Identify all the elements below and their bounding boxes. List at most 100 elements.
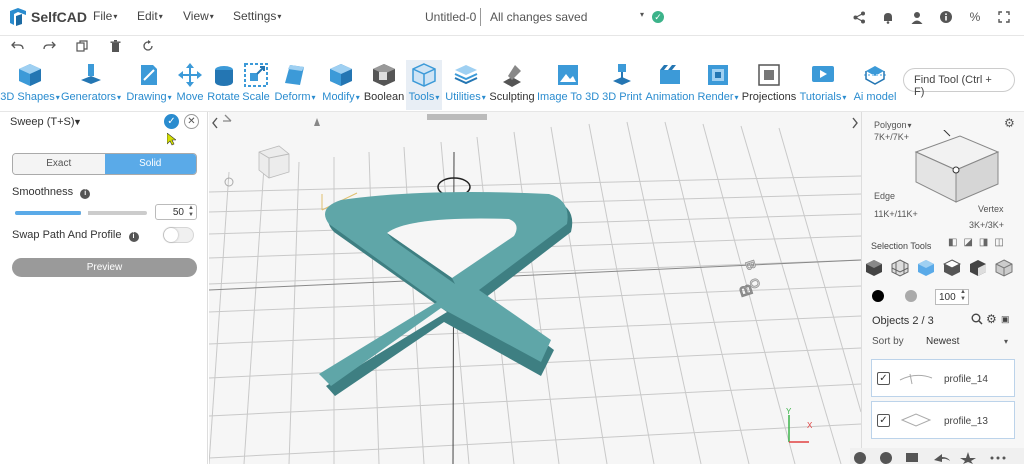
sort-select[interactable]: Newest bbox=[926, 336, 959, 347]
document-title[interactable]: Untitled-0 bbox=[425, 10, 476, 24]
object-row[interactable]: ✓ profile_14 bbox=[871, 359, 1015, 397]
gear-icon[interactable]: ⚙ bbox=[986, 312, 997, 326]
tool-scale[interactable]: Scale bbox=[241, 60, 271, 110]
object-name: profile_13 bbox=[944, 416, 988, 427]
undo-icon[interactable] bbox=[8, 37, 26, 55]
menu-file-label: File bbox=[93, 9, 113, 23]
tool-deform[interactable]: Deform▾ bbox=[272, 60, 318, 110]
edge-label: Edge bbox=[874, 191, 896, 201]
comment-icon[interactable] bbox=[906, 453, 918, 462]
select-vertex-icon[interactable] bbox=[969, 259, 987, 277]
like-icon[interactable] bbox=[854, 452, 866, 464]
camera-icon[interactable] bbox=[314, 118, 320, 126]
cube-icon bbox=[19, 64, 41, 86]
tool-ai-model[interactable]: Ai model bbox=[850, 60, 900, 110]
select-polygon-icon[interactable] bbox=[917, 259, 935, 277]
tool-projections[interactable]: Projections bbox=[741, 60, 797, 110]
forward-icon[interactable] bbox=[934, 454, 950, 462]
tool-3d-print[interactable]: 3D Print bbox=[601, 60, 643, 110]
tool-label: Scale bbox=[242, 91, 270, 103]
color-swatch[interactable] bbox=[872, 290, 884, 302]
object-name: profile_14 bbox=[944, 374, 988, 385]
play-icon bbox=[812, 66, 834, 82]
stepper-arrows-icon[interactable]: ▲ ▼ bbox=[960, 289, 966, 303]
collapse-right-icon[interactable] bbox=[852, 117, 858, 129]
refresh-icon[interactable] bbox=[139, 37, 157, 55]
saved-check-icon: ✓ bbox=[652, 11, 664, 23]
home-icon[interactable] bbox=[223, 114, 232, 122]
mode-solid-button[interactable]: Solid bbox=[104, 154, 196, 174]
tool-utilities[interactable]: Utilities▾ bbox=[443, 60, 488, 110]
select-object-icon[interactable] bbox=[865, 259, 883, 277]
smoothness-slider-handle[interactable] bbox=[81, 209, 88, 217]
info-icon[interactable]: i bbox=[128, 232, 139, 242]
tool-generators[interactable]: Generators▾ bbox=[61, 60, 121, 110]
menu-view[interactable]: View▾ bbox=[183, 9, 214, 23]
chevron-down-icon[interactable]: ▾ bbox=[640, 10, 644, 19]
menu-settings-label: Settings bbox=[233, 9, 277, 23]
redo-icon[interactable] bbox=[40, 37, 58, 55]
confirm-check-icon[interactable]: ✓ bbox=[164, 114, 179, 129]
find-tool-input[interactable]: Find Tool (Ctrl + F) bbox=[903, 68, 1015, 98]
info-icon[interactable] bbox=[937, 8, 955, 26]
trash-icon[interactable] bbox=[106, 37, 124, 55]
vertex-label: Vertex bbox=[978, 204, 1004, 214]
menu-file[interactable]: File▾ bbox=[93, 9, 117, 23]
menu-edit[interactable]: Edit▾ bbox=[137, 9, 163, 23]
info-icon[interactable]: i bbox=[80, 189, 91, 199]
tool-animation[interactable]: Animation bbox=[644, 60, 696, 110]
tool-render[interactable]: Render▾ bbox=[697, 60, 739, 110]
bell-icon[interactable] bbox=[879, 8, 897, 26]
share-icon[interactable] bbox=[850, 8, 868, 26]
chevron-down-icon[interactable]: ▾ bbox=[1004, 337, 1008, 346]
select-edge-icon[interactable] bbox=[943, 259, 961, 277]
chevron-down-icon[interactable]: ▼ bbox=[73, 117, 82, 127]
percent-icon[interactable]: % bbox=[966, 8, 984, 26]
stepper-arrows-icon[interactable]: ▲ ▼ bbox=[188, 205, 194, 219]
user-icon[interactable] bbox=[908, 8, 926, 26]
texture-swatch-icon[interactable] bbox=[905, 290, 917, 302]
object-checkbox[interactable]: ✓ bbox=[877, 372, 890, 385]
object-row[interactable]: ✓ profile_13 bbox=[871, 401, 1015, 439]
selfcad-logo[interactable]: SelfCAD bbox=[8, 6, 87, 28]
tool-tutorials[interactable]: Tutorials▾ bbox=[799, 60, 847, 110]
3d-viewport[interactable]: ᗺ B O Y X bbox=[209, 112, 861, 464]
collapse-left-icon[interactable] bbox=[212, 117, 218, 129]
tool-sculpting[interactable]: Sculpting bbox=[489, 60, 535, 110]
close-icon[interactable]: ✕ bbox=[184, 114, 199, 129]
tool-tools[interactable]: Tools▾ bbox=[406, 60, 442, 110]
swap-label: Swap Path And Profile i bbox=[12, 229, 139, 242]
sparkle-icon[interactable] bbox=[960, 452, 976, 464]
tool-boolean[interactable]: Boolean bbox=[363, 60, 405, 110]
gear-icon[interactable]: ⚙ bbox=[1004, 116, 1015, 130]
tool-drawing[interactable]: Drawing▾ bbox=[124, 60, 174, 110]
preview-button[interactable]: Preview bbox=[12, 258, 197, 277]
tool-image-to-3d[interactable]: Image To 3D bbox=[537, 60, 599, 110]
chevron-down-icon: ▾ bbox=[158, 12, 163, 22]
expand-icon[interactable] bbox=[995, 8, 1013, 26]
view-cube[interactable] bbox=[258, 145, 290, 179]
tool-move[interactable]: Move bbox=[175, 60, 205, 110]
search-icon[interactable] bbox=[971, 313, 983, 325]
swept-model[interactable] bbox=[319, 192, 573, 396]
more-icon[interactable] bbox=[990, 456, 994, 460]
boolean-icon bbox=[373, 64, 395, 86]
dislike-icon[interactable] bbox=[880, 452, 892, 464]
axis-y-label: Y bbox=[786, 407, 792, 416]
tool-modify[interactable]: Modify▾ bbox=[319, 60, 363, 110]
selection-mode-icons[interactable]: ◧◪◨◫ bbox=[948, 237, 1010, 248]
tool-rotate[interactable]: Rotate bbox=[206, 60, 241, 110]
object-checkbox[interactable]: ✓ bbox=[877, 414, 890, 427]
mode-exact-button[interactable]: Exact bbox=[13, 154, 105, 174]
copy-icon[interactable] bbox=[73, 37, 91, 55]
polygon-label[interactable]: Polygon▾ bbox=[874, 120, 912, 130]
selection-cube-diagram[interactable] bbox=[910, 130, 1002, 208]
select-face-icon[interactable] bbox=[891, 259, 909, 277]
tool-3d-shapes[interactable]: 3D Shapes▾ bbox=[0, 60, 60, 110]
select-all-icon[interactable] bbox=[995, 259, 1013, 277]
viewport-canvas[interactable]: ᗺ B O Y X bbox=[209, 112, 861, 464]
menu-settings[interactable]: Settings▾ bbox=[233, 9, 281, 23]
ai-model-icon bbox=[864, 66, 886, 85]
collapse-icon[interactable]: ▣ bbox=[1001, 314, 1010, 325]
sculpting-icon bbox=[503, 65, 521, 87]
